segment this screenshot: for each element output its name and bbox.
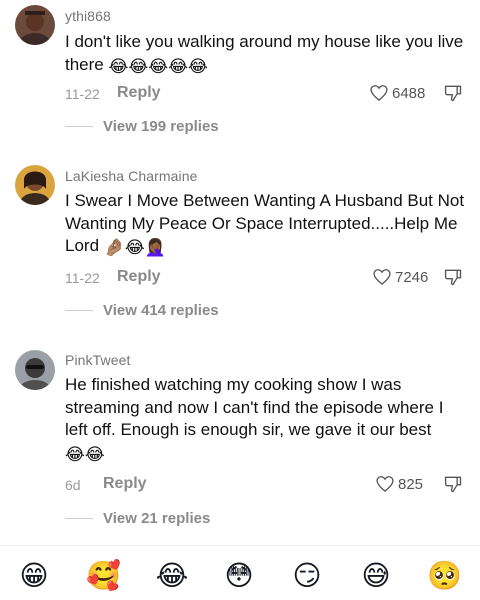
- reply-button[interactable]: Reply: [103, 475, 147, 493]
- comment-date: 6d: [65, 477, 81, 493]
- like-button[interactable]: 825: [375, 473, 423, 495]
- comment-text-content: He finished watching my cooking show I w…: [65, 375, 444, 439]
- view-replies-button[interactable]: View 414 replies: [65, 302, 219, 319]
- comment-text: He finished watching my cooking show I w…: [65, 374, 467, 465]
- view-replies-label: View 199 replies: [103, 118, 219, 135]
- emoji-button-hearts[interactable]: 🥰: [86, 559, 121, 593]
- replies-divider-line: [65, 310, 93, 311]
- like-button[interactable]: 7246: [372, 266, 428, 288]
- view-replies-label: View 414 replies: [103, 302, 219, 319]
- reply-button[interactable]: Reply: [117, 268, 161, 286]
- comment-date: 11-22: [65, 270, 100, 286]
- heart-outline-icon: [376, 476, 394, 492]
- emoji-quick-bar: 😁 🥰 😂 😳 😏 😅 🥺: [0, 545, 480, 600]
- comment-username[interactable]: LaKiesha Charmaine: [65, 168, 198, 184]
- comment-username[interactable]: ythi868: [65, 8, 111, 24]
- view-replies-label: View 21 replies: [103, 510, 211, 527]
- comment-username[interactable]: PinkTweet: [65, 352, 131, 368]
- thumbs-down-outline-icon[interactable]: [443, 267, 463, 287]
- replies-divider-line: [65, 518, 93, 519]
- like-count: 7246: [395, 268, 429, 286]
- like-button[interactable]: 6488: [369, 82, 425, 104]
- reply-button[interactable]: Reply: [117, 84, 161, 102]
- view-replies-button[interactable]: View 199 replies: [65, 118, 219, 135]
- heart-outline-icon: [373, 269, 391, 285]
- emoji-button-grin[interactable]: 😁: [17, 559, 51, 593]
- view-replies-button[interactable]: View 21 replies: [65, 510, 210, 527]
- comment-text: I Swear I Move Between Wanting A Husband…: [65, 190, 467, 258]
- emoji-button-tears-of-joy[interactable]: 😂: [155, 559, 189, 593]
- comment-text: I don't like you walking around my house…: [65, 31, 467, 77]
- emoji-button-pleading[interactable]: 🥺: [427, 559, 462, 593]
- like-count: 6488: [392, 84, 426, 102]
- comment-emojis: 😂😂: [65, 444, 105, 464]
- avatar[interactable]: [15, 350, 55, 390]
- emoji-button-sweat-smile[interactable]: 😅: [359, 559, 393, 593]
- avatar[interactable]: [15, 5, 55, 45]
- comment-emojis: 😂😂😂😂😂: [108, 56, 208, 76]
- emoji-button-smirk[interactable]: 😏: [290, 559, 324, 593]
- comment-date: 11-22: [65, 86, 100, 102]
- like-count: 825: [398, 475, 424, 493]
- heart-outline-icon: [370, 85, 388, 101]
- thumbs-down-outline-icon[interactable]: [443, 474, 463, 494]
- thumbs-down-outline-icon[interactable]: [443, 83, 463, 103]
- comment-emojis: 🤌🏽😂🤦🏾‍♀️: [103, 238, 166, 257]
- avatar[interactable]: [15, 165, 55, 205]
- emoji-button-flushed[interactable]: 😳: [222, 559, 256, 593]
- replies-divider-line: [65, 126, 93, 127]
